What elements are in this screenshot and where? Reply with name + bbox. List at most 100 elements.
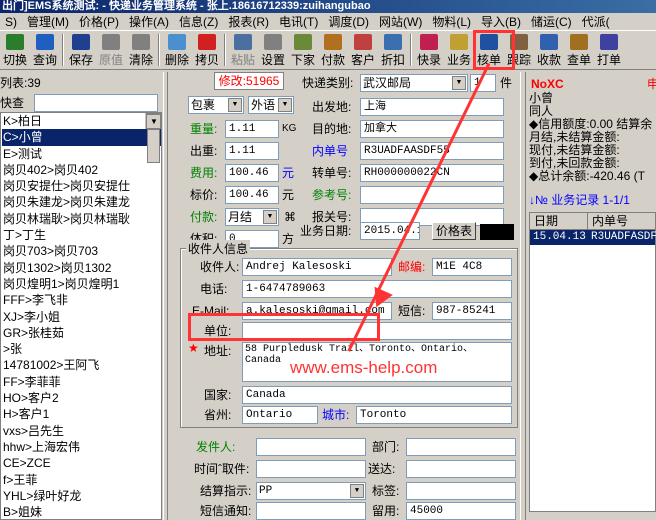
toolbar-button[interactable]: 保存 bbox=[66, 32, 96, 68]
list-item[interactable]: 14781002>王阿飞 bbox=[2, 357, 161, 373]
list-item[interactable]: HO>客户2 bbox=[2, 390, 161, 406]
sms-input[interactable]: 987-85241 bbox=[432, 302, 512, 320]
glasses-icon[interactable]: ⌘ bbox=[284, 208, 296, 226]
menu-item[interactable]: 报表(R) bbox=[223, 13, 274, 30]
menu-item[interactable]: 操作(A) bbox=[124, 13, 174, 30]
table-row[interactable]: 15.04.13 R3UADFASDF bbox=[530, 230, 656, 245]
list-scrollbar[interactable]: ▲ ▼ bbox=[145, 113, 161, 163]
ref-no-input[interactable] bbox=[360, 186, 504, 204]
toolbar-button[interactable]: 付款 bbox=[318, 32, 348, 68]
fee-input[interactable]: 100.46 bbox=[225, 164, 279, 182]
list-item[interactable]: 岗贝煌明1>岗贝煌明1 bbox=[2, 276, 161, 292]
col-date[interactable]: 日期 bbox=[530, 213, 588, 229]
list-item[interactable]: XJ>李小姐 bbox=[2, 309, 161, 325]
toolbar-button[interactable]: 打单 bbox=[594, 32, 624, 68]
menu-item[interactable]: 调度(D) bbox=[323, 13, 374, 30]
tag-input[interactable] bbox=[406, 482, 516, 500]
origin-input[interactable]: 上海 bbox=[360, 98, 504, 116]
quick-search-input[interactable] bbox=[34, 94, 158, 112]
express-type-select[interactable]: 武汉邮局 ▼ bbox=[360, 74, 468, 92]
dropdown-arrow-icon[interactable]: ▼ bbox=[228, 98, 242, 112]
price-table-button[interactable]: 价格表 bbox=[432, 222, 476, 240]
list-item[interactable]: B>姐妹 bbox=[2, 504, 161, 519]
list-item[interactable]: GR>张桂茹 bbox=[2, 325, 161, 341]
toolbar-button[interactable]: 业务 bbox=[444, 32, 474, 68]
inner-no-input[interactable]: R3UADFAASDF55 bbox=[360, 142, 504, 160]
dropdown-arrow-icon[interactable]: ▼ bbox=[263, 210, 277, 224]
dept-input[interactable] bbox=[406, 438, 516, 456]
province-input[interactable]: Ontario bbox=[242, 406, 318, 424]
city-input[interactable]: Toronto bbox=[356, 406, 512, 424]
dropdown-arrow-icon[interactable]: ▼ bbox=[278, 98, 292, 112]
pack2-select[interactable]: 外语 ▼ bbox=[248, 96, 294, 114]
toolbar-button[interactable]: 切换 bbox=[0, 32, 30, 68]
customer-list[interactable]: K>柏日 C>小曾 E>测试 岗贝402>岗贝402 岗贝安提仕>岗贝安提仕 岗贝朱建龙>… bbox=[0, 112, 162, 520]
menu-item[interactable]: 储运(C) bbox=[526, 13, 577, 30]
toolbar-button[interactable]: 客户 bbox=[348, 32, 378, 68]
toolbar-button[interactable]: 设置 bbox=[258, 32, 288, 68]
dropdown-arrow-icon[interactable]: ▼ bbox=[350, 484, 364, 498]
list-item[interactable]: 岗贝朱建龙>岗贝朱建龙 bbox=[2, 194, 161, 210]
list-item[interactable]: 岗贝402>岗贝402 bbox=[2, 162, 161, 178]
toolbar-button[interactable]: 查单 bbox=[564, 32, 594, 68]
sender-input[interactable] bbox=[256, 438, 366, 456]
toolbar-button[interactable]: 删除 bbox=[162, 32, 192, 68]
apply-link[interactable]: 申 bbox=[647, 78, 656, 91]
toolbar-button[interactable]: 收款 bbox=[534, 32, 564, 68]
list-item[interactable]: K>柏日 bbox=[2, 113, 161, 129]
pickup-time-input[interactable] bbox=[256, 460, 366, 478]
list-item[interactable]: >张 bbox=[2, 341, 161, 357]
scroll-down-icon[interactable]: ▼ bbox=[146, 114, 161, 130]
outweight-input[interactable]: 1.11 bbox=[225, 142, 279, 160]
menu-item[interactable]: 物料(L) bbox=[427, 13, 476, 30]
toolbar-button[interactable]: 快录 bbox=[414, 32, 444, 68]
toolbar-button[interactable]: 清除 bbox=[126, 32, 156, 68]
list-item[interactable]: FF>李菲菲 bbox=[2, 374, 161, 390]
menu-item[interactable]: 导入(B) bbox=[476, 13, 526, 30]
menu-item[interactable]: 管理(M) bbox=[22, 13, 74, 30]
scroll-thumb[interactable] bbox=[147, 129, 160, 163]
list-item[interactable]: H>客户1 bbox=[2, 406, 161, 422]
country-input[interactable]: Canada bbox=[242, 386, 512, 404]
menu-item[interactable]: 代派( bbox=[577, 13, 615, 30]
pack-select[interactable]: 包裹 ▼ bbox=[188, 96, 244, 114]
list-item[interactable]: YHL>绿叶好龙 bbox=[2, 488, 161, 504]
list-item[interactable]: hhw>上海宏伟 bbox=[2, 439, 161, 455]
deliver-input[interactable] bbox=[406, 460, 516, 478]
panel-splitter[interactable] bbox=[163, 72, 168, 520]
toolbar-button[interactable]: 拷贝 bbox=[192, 32, 222, 68]
list-item[interactable]: FFF>李飞非 bbox=[2, 292, 161, 308]
postcode-input[interactable]: M1E 4C8 bbox=[432, 258, 512, 276]
list-item[interactable]: 岗贝安提仕>岗贝安提仕 bbox=[2, 178, 161, 194]
list-item[interactable]: CE>ZCE bbox=[2, 455, 161, 471]
pay-select[interactable]: 月结 ▼ bbox=[225, 208, 279, 226]
list-item[interactable]: vxs>吕先生 bbox=[2, 423, 161, 439]
settle-select[interactable]: PP ▼ bbox=[256, 482, 366, 500]
menu-item[interactable]: 信息(Z) bbox=[174, 13, 223, 30]
list-item[interactable]: C>小曾 bbox=[2, 129, 161, 146]
toolbar-button[interactable]: 原值 bbox=[96, 32, 126, 68]
menu-item[interactable]: 价格(P) bbox=[74, 13, 124, 30]
menu-item[interactable]: 电讯(T) bbox=[274, 13, 323, 30]
records-grid[interactable]: 日期 内单号 15.04.13 R3UADFASDF bbox=[529, 212, 656, 512]
dest-input[interactable]: 加拿大 bbox=[360, 120, 504, 138]
toolbar-button[interactable]: 查询 bbox=[30, 32, 60, 68]
list-item[interactable]: 岗贝703>岗贝703 bbox=[2, 243, 161, 259]
menu-item[interactable]: 网站(W) bbox=[374, 13, 427, 30]
dropdown-arrow-icon[interactable]: ▼ bbox=[452, 76, 466, 90]
sms-notice-input[interactable] bbox=[256, 502, 366, 520]
menu-item[interactable]: S) bbox=[0, 13, 22, 30]
list-item[interactable]: 岗贝1302>岗贝1302 bbox=[2, 260, 161, 276]
toolbar-button[interactable]: 粘贴 bbox=[228, 32, 258, 68]
keep-input[interactable]: 45000 bbox=[406, 502, 516, 520]
panel-splitter-right[interactable] bbox=[520, 72, 526, 520]
toolbar-button[interactable]: 下家 bbox=[288, 32, 318, 68]
receiver-name-input[interactable]: Andrej Kalesoski bbox=[242, 258, 392, 276]
list-item[interactable]: f>王菲 bbox=[2, 472, 161, 488]
list-item[interactable]: 岗贝林瑞耿>岗贝林瑞耿 bbox=[2, 211, 161, 227]
list-item[interactable]: 丁>丁生 bbox=[2, 227, 161, 243]
list-item[interactable]: E>测试 bbox=[2, 146, 161, 162]
col-inner-no[interactable]: 内单号 bbox=[588, 213, 656, 229]
price-input[interactable]: 100.46 bbox=[225, 186, 279, 204]
toolbar-button[interactable]: 折扣 bbox=[378, 32, 408, 68]
